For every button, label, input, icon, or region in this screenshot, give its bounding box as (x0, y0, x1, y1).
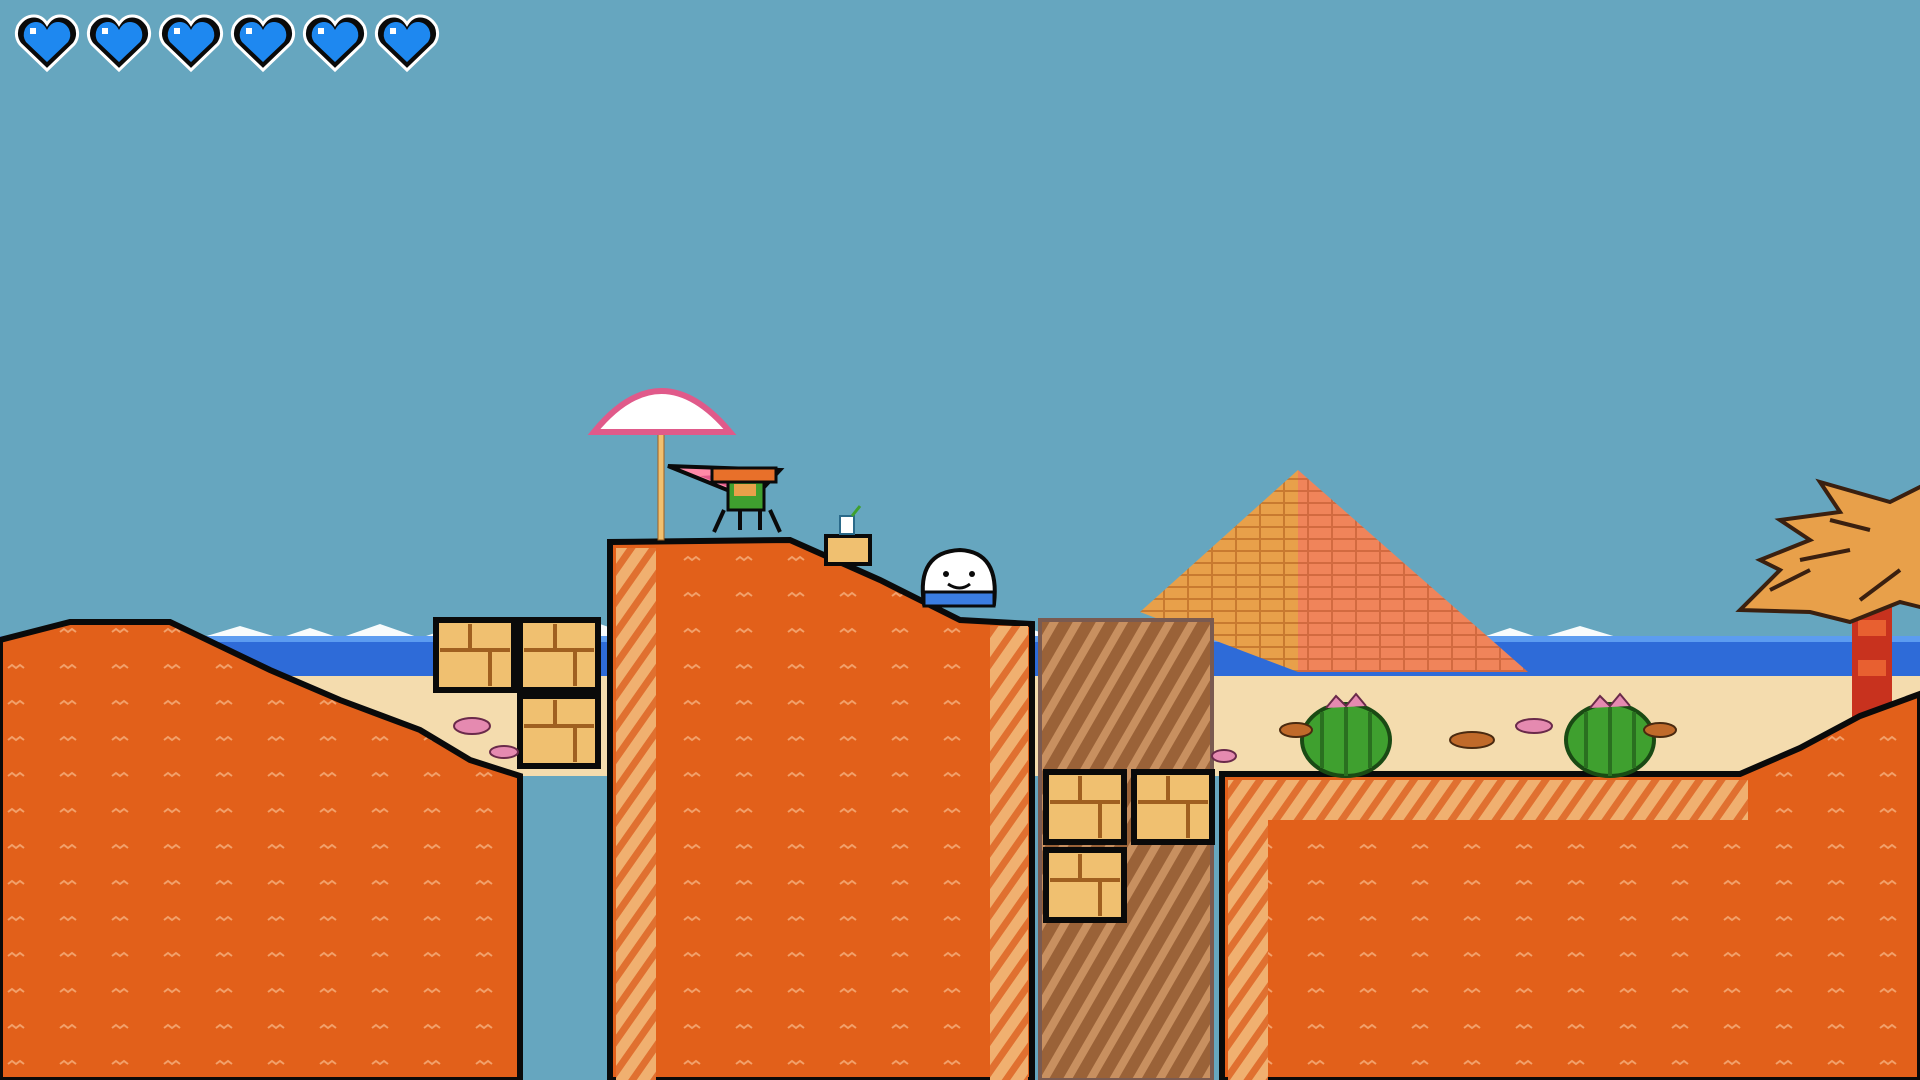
heart-icon (158, 14, 224, 73)
white-blob-enemy (920, 547, 997, 608)
game-viewport[interactable] (0, 0, 1920, 1080)
heart-icon (86, 14, 152, 73)
heart-icon (14, 14, 80, 73)
central-plateau (607, 536, 1035, 1080)
heart-icon (230, 14, 296, 73)
heart-icon (374, 14, 440, 73)
health-hud (14, 12, 440, 74)
heart-icon (302, 14, 368, 73)
desert-level-scene (0, 0, 1920, 1080)
